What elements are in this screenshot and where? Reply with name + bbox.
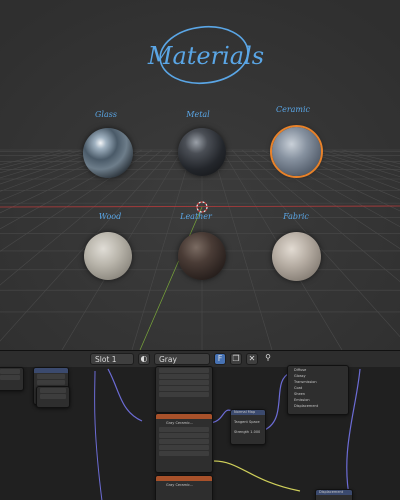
- socket-displacement[interactable]: Displacement: [294, 404, 318, 408]
- image-texture-node-2[interactable]: Gray Ceramic...: [155, 475, 213, 500]
- tangent-space-field[interactable]: Tangent Space: [234, 420, 260, 424]
- upper-texture-node[interactable]: [155, 366, 213, 413]
- leather-sphere[interactable]: [178, 232, 226, 280]
- socket-transmission[interactable]: Transmission: [294, 380, 317, 384]
- metal-sphere[interactable]: [178, 128, 226, 176]
- sphere-label-fabric: Fabric: [283, 212, 309, 221]
- fabric-sphere[interactable]: [272, 232, 321, 281]
- displacement-node[interactable]: Displacement: [315, 489, 353, 500]
- socket-emission[interactable]: Emission: [294, 398, 310, 402]
- principled-bsdf-node[interactable]: Diffuse Glossy Transmission Coat Sheen E…: [287, 365, 349, 415]
- mid-node-label: Gray Ceramic...: [166, 421, 194, 425]
- sphere-label-ceramic: Ceramic: [275, 105, 311, 114]
- blender-window: Materials Glass Metal Ceramic Wood Leath…: [0, 0, 400, 500]
- strength-field[interactable]: Strength 1.000: [234, 430, 260, 434]
- socket-sheen[interactable]: Sheen: [294, 392, 305, 396]
- shader-node-editor[interactable]: Slot 1 ◐ Gray Ceramic Tile F ❐ ✕ ⚲: [0, 350, 400, 500]
- glass-sphere[interactable]: [83, 128, 133, 178]
- socket-diffuse[interactable]: Diffuse: [294, 368, 306, 372]
- sphere-label-glass: Glass: [95, 110, 117, 119]
- image-texture-node[interactable]: [0, 367, 24, 391]
- socket-coat[interactable]: Coat: [294, 386, 302, 390]
- ceramic-sphere[interactable]: [270, 125, 323, 178]
- image-texture-node-main[interactable]: Gray Ceramic...: [155, 413, 213, 473]
- normal-map-node[interactable]: Normal Map Tangent Space Strength 1.000: [230, 409, 266, 445]
- displacement-label: Displacement: [319, 490, 344, 494]
- socket-glossy[interactable]: Glossy: [294, 374, 306, 378]
- normal-map-label: Normal Map: [234, 410, 256, 414]
- sphere-label-wood: Wood: [98, 212, 122, 221]
- value-node[interactable]: [36, 386, 70, 408]
- sphere-label-metal: Metal: [186, 110, 210, 119]
- mid-node-2-label: Gray Ceramic...: [166, 483, 194, 487]
- sphere-label-leather: Leather: [180, 212, 212, 221]
- 3d-viewport[interactable]: Materials Glass Metal Ceramic Wood Leath…: [0, 0, 400, 350]
- wood-sphere[interactable]: [84, 232, 132, 280]
